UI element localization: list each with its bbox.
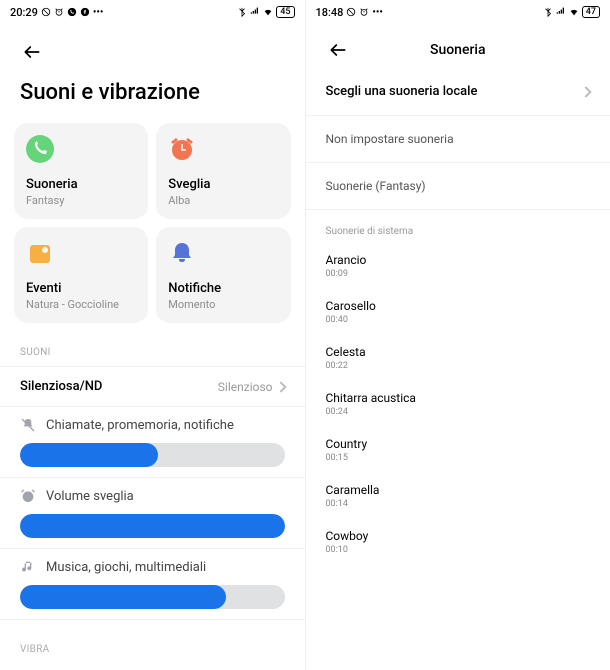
system-ringtones-header: Suonerie di sistema [306, 210, 610, 243]
dnd-icon [346, 7, 356, 17]
ringtone-screen: 18:48 ••• 47 Suoneria Scegli una suoneri… [305, 0, 610, 670]
tile-eventi[interactable]: Eventi Natura - Goccioline [14, 227, 148, 323]
tile-title: Notifiche [168, 281, 278, 296]
whatsapp-icon [67, 7, 77, 17]
slider-label: Chiamate, promemoria, notifiche [46, 418, 234, 433]
volume-slider-block: Musica, giochi, multimediali [0, 549, 305, 620]
bell-icon [168, 239, 196, 267]
ringtone-item[interactable]: Caramella 00:14 [306, 473, 610, 519]
tile-subtitle: Alba [168, 194, 278, 207]
status-time: 18:48 [316, 6, 344, 19]
ringtone-name: Country [326, 437, 591, 451]
ringtone-item[interactable]: Carosello 00:40 [306, 289, 610, 335]
tile-subtitle: Momento [168, 298, 278, 311]
ringtone-duration: 00:10 [326, 545, 591, 555]
chevron-right-icon [275, 381, 286, 392]
status-time: 20:29 [10, 6, 38, 19]
more-icon: ••• [372, 7, 383, 18]
back-button[interactable] [18, 38, 46, 66]
alarm-solid-icon [20, 488, 36, 504]
alarm-icon [168, 135, 196, 163]
volume-slider-block: Volume sveglia [0, 478, 305, 549]
facebook-icon [80, 7, 90, 17]
slider-label: Volume sveglia [46, 489, 134, 504]
tile-subtitle: Fantasy [26, 194, 136, 207]
ringtone-duration: 00:22 [326, 361, 591, 371]
ringtone-name: Arancio [326, 253, 591, 267]
calendar-icon [26, 239, 54, 267]
sliders-container: Chiamate, promemoria, notifiche Volume sv… [0, 407, 305, 620]
volume-slider-block: Chiamate, promemoria, notifiche [0, 407, 305, 478]
category-tiles: Suoneria Fantasy Sveglia Alba Eventi Natura -… [0, 123, 305, 323]
phone-icon [26, 135, 54, 163]
ringtone-name: Celesta [326, 345, 591, 359]
more-icon: ••• [93, 7, 104, 18]
battery-indicator: 45 [276, 6, 294, 18]
ringtone-name: Cowboy [326, 529, 591, 543]
ringtone-duration: 00:14 [326, 499, 591, 509]
alarm-status-icon [359, 7, 369, 17]
choose-local-ringtone-row[interactable]: Scegli una suoneria locale [306, 68, 610, 116]
back-button[interactable] [324, 36, 352, 64]
ringtone-name: Carosello [326, 299, 591, 313]
chevron-right-icon [580, 86, 591, 97]
volume-slider[interactable] [20, 514, 285, 538]
section-vibra-label: VIBRA [0, 620, 305, 663]
signal-icon [556, 7, 566, 17]
section-sounds-label: SUONI [0, 323, 305, 367]
ringtone-duration: 00:24 [326, 407, 591, 417]
signal-icon [250, 7, 260, 17]
current-ringtone-row[interactable]: Suonerie (Fantasy) [306, 163, 610, 210]
bluetooth-icon [543, 7, 553, 17]
tile-sveglia[interactable]: Sveglia Alba [156, 123, 290, 219]
silent-row-value: Silenzioso [218, 380, 285, 394]
tile-notifiche[interactable]: Notifiche Momento [156, 227, 290, 323]
music-icon [20, 559, 36, 575]
page-title: Suoni e vibrazione [0, 66, 305, 123]
ringtone-duration: 00:15 [326, 453, 591, 463]
tile-title: Eventi [26, 281, 136, 296]
tile-title: Suoneria [26, 177, 136, 192]
wifi-icon [263, 7, 273, 17]
tile-subtitle: Natura - Goccioline [26, 298, 136, 311]
ringtone-item[interactable]: Country 00:15 [306, 427, 610, 473]
ringtone-duration: 00:09 [326, 269, 591, 279]
bluetooth-icon [237, 7, 247, 17]
volume-slider[interactable] [20, 443, 285, 467]
battery-indicator: 47 [582, 6, 600, 18]
ringtone-name: Chitarra acustica [326, 391, 591, 405]
tile-title: Sveglia [168, 177, 278, 192]
slider-label: Musica, giochi, multimediali [46, 560, 206, 575]
ringtone-item[interactable]: Cowboy 00:10 [306, 519, 610, 565]
alarm-status-icon [54, 7, 64, 17]
status-bar: 18:48 ••• 47 [306, 0, 610, 22]
silent-mode-row[interactable]: Silenziosa/ND Silenzioso [0, 367, 305, 407]
ringtone-name: Caramella [326, 483, 591, 497]
wifi-icon [569, 7, 579, 17]
tile-suoneria[interactable]: Suoneria Fantasy [14, 123, 148, 219]
ringtone-item[interactable]: Arancio 00:09 [306, 243, 610, 289]
ringtone-list: Arancio 00:09 Carosello 00:40 Celesta 00:22 Ch… [306, 243, 610, 565]
ringtone-item[interactable]: Celesta 00:22 [306, 335, 610, 381]
volume-slider[interactable] [20, 585, 285, 609]
ringtone-item[interactable]: Chitarra acustica 00:24 [306, 381, 610, 427]
silent-row-title: Silenziosa/ND [20, 379, 102, 394]
sounds-vibration-screen: 20:29 ••• 45 Suoni e vibrazione Suoneria… [0, 0, 305, 670]
bell-off-icon [20, 417, 36, 433]
ringtone-duration: 00:40 [326, 315, 591, 325]
status-bar: 20:29 ••• 45 [0, 0, 305, 22]
no-ringtone-row[interactable]: Non impostare suoneria [306, 116, 610, 163]
dnd-icon [41, 7, 51, 17]
